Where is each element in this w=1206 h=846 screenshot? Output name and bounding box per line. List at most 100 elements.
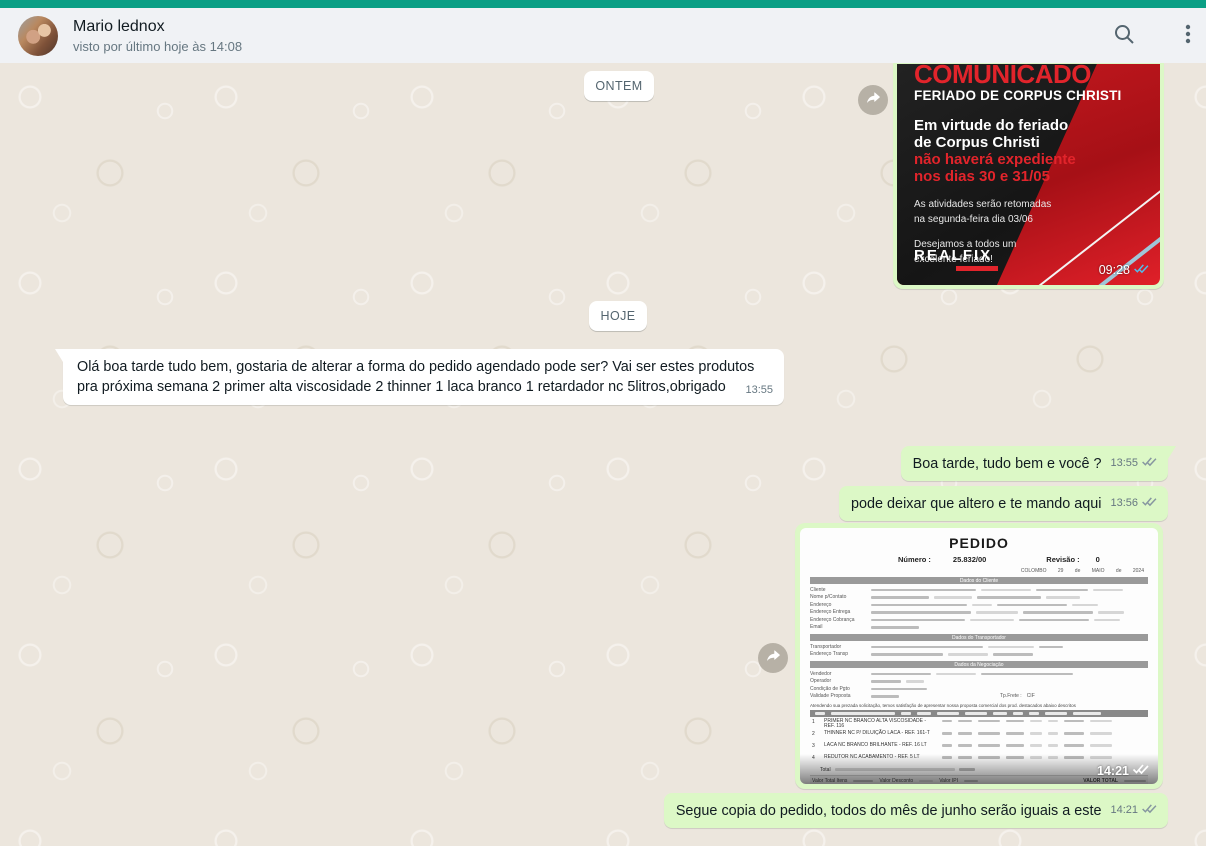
image-message-comunicado[interactable]: COMUNICADO FERIADO DE CORPUS CHRISTI Em … [893, 63, 1164, 289]
section-header-cliente: Dados do Cliente [810, 577, 1148, 584]
message-text: Olá boa tarde tudo bem, gostaria de alte… [77, 359, 755, 395]
greeked-text-bar [1090, 732, 1112, 735]
greeked-text-bar [958, 719, 972, 722]
greeked-text-bar [1030, 744, 1042, 747]
contact-avatar[interactable] [18, 15, 58, 56]
message-time: 13:56 [1110, 497, 1138, 509]
greeked-text-bar [978, 744, 1000, 747]
greeked-text-bar [993, 712, 1007, 715]
comunicado-subtitle: FERIADO DE CORPUS CHRISTI [914, 88, 1122, 103]
greeked-text-bar [942, 732, 952, 735]
read-double-check-icon [1133, 263, 1150, 277]
greeked-text-bar [1093, 588, 1123, 591]
greeked-text-bar [1023, 611, 1093, 614]
greeked-text-bar [1029, 712, 1039, 715]
greeked-text-bar [1006, 732, 1024, 735]
kebab-menu-icon [1176, 22, 1200, 49]
message-time: 14:21 [1110, 804, 1138, 816]
greeked-text-bar [871, 596, 929, 599]
greeked-text-bar [1030, 732, 1042, 735]
greeked-text-bar [871, 603, 967, 606]
comunicado-info-line: As atividades serão retomadas [914, 199, 1052, 210]
greeked-text-bar [997, 603, 1067, 606]
forward-message-button[interactable] [758, 643, 788, 673]
message-text: Boa tarde, tudo bem e você ? [912, 456, 1102, 472]
delivered-double-check-icon [1141, 453, 1158, 473]
delivered-double-check-icon [1141, 493, 1158, 513]
app-accent-bar [0, 0, 1206, 8]
message-meta: 14:21 [1097, 763, 1150, 778]
greeked-text-bar [1019, 618, 1089, 621]
greeked-text-bar [958, 732, 972, 735]
greeked-text-bar [871, 672, 931, 675]
comunicado-body-line: de Corpus Christi [914, 134, 1040, 151]
comunicado-image: COMUNICADO FERIADO DE CORPUS CHRISTI Em … [897, 64, 1160, 285]
greeked-text-bar [1064, 744, 1084, 747]
comunicado-alert-line: nos dias 30 e 31/05 [914, 168, 1050, 185]
greeked-text-bar [1048, 732, 1058, 735]
greeked-text-bar [934, 596, 972, 599]
item-row: 1 PRIMER NC BRANCO ALTA VISCOSIDADE - REF… [810, 717, 1148, 730]
numero-value: 25.832/00 [952, 555, 987, 564]
pedido-document-image: PEDIDO Número : 25.832/00 Revisão : 0 CO… [800, 528, 1158, 784]
greeked-text-bar [976, 611, 1018, 614]
forward-arrow-icon [765, 648, 782, 668]
outgoing-message: pode deixar que altero e te mando aqui 1… [839, 486, 1168, 521]
greeked-text-bar [981, 588, 1031, 591]
image-message-pedido[interactable]: PEDIDO Número : 25.832/00 Revisão : 0 CO… [795, 523, 1163, 789]
greeked-text-bar [972, 603, 992, 606]
greeked-text-bar [871, 687, 927, 690]
greeked-text-bar [871, 611, 971, 614]
search-icon [1112, 22, 1136, 49]
incoming-message: Olá boa tarde tudo bem, gostaria de alte… [63, 349, 784, 405]
greeked-text-bar [901, 712, 911, 715]
search-button[interactable] [1112, 22, 1136, 49]
greeked-text-bar [958, 744, 972, 747]
greeked-text-bar [970, 618, 1014, 621]
delivered-double-check-icon [1141, 800, 1158, 820]
greeked-text-bar [978, 732, 1000, 735]
greeked-text-bar [906, 680, 924, 683]
contact-last-seen: visto por último hoje às 14:08 [73, 39, 243, 54]
chat-header: Mario lednox visto por último hoje às 14… [0, 8, 1206, 63]
contact-info[interactable]: Mario lednox visto por último hoje às 14… [73, 17, 1112, 54]
greeked-text-bar [831, 712, 895, 715]
greeked-text-bar [1030, 719, 1042, 722]
section-header-negociacao: Dados da Negociação [810, 661, 1148, 668]
greeked-text-bar [1039, 645, 1063, 648]
greeked-text-bar [871, 618, 965, 621]
greeked-text-bar [1090, 744, 1112, 747]
comunicado-alert-line: não haverá expediente [914, 151, 1076, 168]
pedido-date-line: COLOMBO 29 de MAIO de 2024 [1020, 568, 1144, 574]
greeked-text-bar [937, 712, 959, 715]
revisao-value: 0 [1095, 555, 1100, 564]
item-row: 2 THINNER NC P/ DILUIÇÃO LACA - REF. 161-… [810, 730, 1148, 742]
date-separator-yesterday: ONTEM [584, 71, 654, 101]
comunicado-body-line: Em virtude do feriado [914, 117, 1069, 134]
greeked-text-bar [1045, 712, 1067, 715]
date-separator-label: ONTEM [595, 79, 643, 93]
greeked-text-bar [981, 672, 1073, 675]
message-time: 14:21 [1097, 763, 1129, 778]
greeked-text-bar [917, 712, 931, 715]
greeked-text-bar [1006, 744, 1024, 747]
greeked-text-bar [965, 712, 987, 715]
greeked-text-bar [815, 712, 825, 715]
greeked-text-bar [993, 653, 1033, 656]
realfix-logo: REALFIX [914, 247, 998, 271]
comunicado-info-line: na segunda-feira dia 03/06 [914, 214, 1033, 225]
forward-message-button[interactable] [858, 85, 888, 115]
greeked-text-bar [871, 645, 983, 648]
message-time: 13:55 [745, 384, 773, 396]
contact-name: Mario lednox [73, 18, 165, 35]
greeked-text-bar [1094, 618, 1120, 621]
greeked-text-bar [948, 653, 988, 656]
pedido-number-row: Número : 25.832/00 Revisão : 0 [810, 555, 1148, 564]
greeked-text-bar [1073, 712, 1101, 715]
greeked-text-bar [1064, 732, 1084, 735]
greeked-text-bar [977, 596, 1041, 599]
message-meta: 13:55 [1110, 453, 1158, 474]
forward-arrow-icon [865, 90, 882, 110]
menu-button[interactable] [1176, 22, 1200, 49]
comunicado-text-block: COMUNICADO FERIADO DE CORPUS CHRISTI Em … [914, 64, 1144, 267]
